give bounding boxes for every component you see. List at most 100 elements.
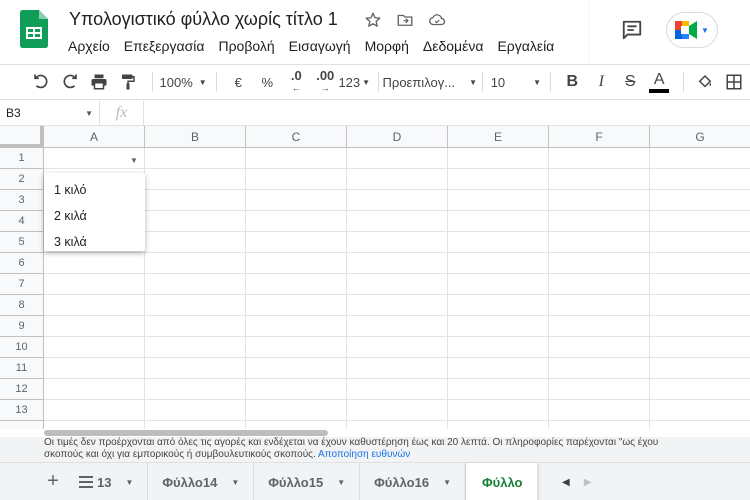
font-family-select[interactable]: Προεπιλογ... ▼	[383, 68, 477, 96]
sheet-tab-caret-icon[interactable]: ▼	[337, 478, 345, 487]
scrollbar-thumb[interactable]	[44, 430, 328, 436]
select-all-corner[interactable]	[0, 126, 44, 148]
disclaimer-line-2-text: σκοπούς και όχι για εμπορικούς ή συμβουλ…	[44, 449, 316, 460]
disclaimer-link[interactable]: Αποποίηση ευθυνών	[318, 449, 410, 460]
text-color-button[interactable]: A	[646, 68, 672, 96]
row-header-5[interactable]: 5	[0, 232, 44, 253]
toolbar-divider	[683, 72, 685, 92]
row-header-2[interactable]: 2	[0, 169, 44, 190]
fill-color-icon[interactable]	[692, 68, 718, 96]
meet-button[interactable]: ▼	[666, 12, 718, 48]
row-header-12[interactable]: 12	[0, 379, 44, 400]
row-header-10[interactable]: 10	[0, 337, 44, 358]
column-header-f[interactable]: F	[549, 126, 650, 148]
menu-file[interactable]: Αρχείο	[61, 36, 117, 56]
row-header-11[interactable]: 11	[0, 358, 44, 379]
zoom-caret-icon: ▼	[198, 77, 207, 87]
row-header-8[interactable]: 8	[0, 295, 44, 316]
column-header-g[interactable]: G	[650, 126, 750, 148]
dropdown-option[interactable]: 1 κιλό	[44, 177, 145, 203]
row-header-6[interactable]: 6	[0, 253, 44, 274]
italic-button[interactable]: I	[588, 68, 614, 96]
increase-decimals-button[interactable]: .00 →	[312, 68, 338, 96]
sheet-tab-caret-icon[interactable]: ▼	[231, 478, 239, 487]
column-header-c[interactable]: C	[246, 126, 347, 148]
sheet-tab-label: Φύλλο16	[374, 474, 430, 490]
name-box[interactable]: B3 ▼	[0, 101, 100, 125]
disclaimer-line-1: Οι τιμές δεν προέρχονται από όλες τις αγ…	[44, 437, 659, 448]
meet-caret-icon: ▼	[701, 25, 709, 35]
decrease-decimals-button[interactable]: .0 ←	[283, 68, 309, 96]
cell-a1-dropdown-caret-icon[interactable]: ▼	[130, 156, 138, 165]
title-actions	[362, 9, 448, 31]
dropdown-option[interactable]: 3 κιλά	[44, 229, 145, 255]
bold-button[interactable]: B	[559, 68, 585, 96]
document-title[interactable]: Υπολογιστικό φύλλο χωρίς τίτλο 1	[69, 9, 338, 30]
sheet-tab[interactable]: Φύλλο14 ▼	[148, 463, 255, 500]
all-sheets-list-icon[interactable]	[76, 472, 96, 492]
font-size-select[interactable]: 10 ▼	[490, 68, 542, 96]
formula-input[interactable]	[144, 101, 750, 125]
font-size-caret-icon: ▼	[533, 77, 542, 87]
data-validation-dropdown: 1 κιλό 2 κιλά 3 κιλά	[44, 173, 145, 251]
menu-insert[interactable]: Εισαγωγή	[282, 36, 358, 56]
add-sheet-icon[interactable]: +	[42, 471, 64, 493]
sheet-tab[interactable]: Φύλλο15 ▼	[254, 463, 361, 500]
undo-icon[interactable]	[28, 68, 54, 96]
column-header-a[interactable]: A	[44, 126, 145, 148]
row-header-13[interactable]: 13	[0, 400, 44, 421]
redo-icon[interactable]	[57, 68, 83, 96]
sheet-tab-label: Φύλλο	[482, 474, 523, 490]
row-header-4[interactable]: 4	[0, 211, 44, 232]
comments-icon[interactable]	[618, 16, 646, 44]
sheet-tabs: 13 ▼ Φύλλο14 ▼ Φύλλο15 ▼ Φύλλο16 ▼ Φύλλο	[97, 463, 538, 500]
sheet-tab-label: 13	[97, 474, 112, 490]
fx-icon: fx	[100, 101, 144, 125]
sheet-tab[interactable]: Φύλλο16 ▼	[360, 463, 467, 500]
toolbar-divider	[550, 72, 552, 92]
paint-format-icon[interactable]	[115, 68, 141, 96]
row-header-7[interactable]: 7	[0, 274, 44, 295]
toolbar-divider	[216, 72, 218, 92]
text-color-swatch	[649, 88, 670, 93]
row-header-1[interactable]: 1	[0, 148, 44, 169]
move-to-folder-icon[interactable]	[394, 9, 416, 31]
menu-edit[interactable]: Επεξεργασία	[117, 36, 212, 56]
currency-format-button[interactable]: €	[225, 68, 251, 96]
menu-format[interactable]: Μορφή	[358, 36, 416, 56]
menu-view[interactable]: Προβολή	[211, 36, 281, 56]
increase-decimals-label: .00	[316, 68, 335, 83]
column-header-b[interactable]: B	[145, 126, 246, 148]
column-header-d[interactable]: D	[347, 126, 448, 148]
star-icon[interactable]	[362, 9, 384, 31]
sheet-tab-scroll: ◀ ▶	[554, 463, 750, 500]
sheet-tab-label: Φύλλο14	[162, 474, 218, 490]
borders-icon[interactable]	[721, 68, 747, 96]
header: Υπολογιστικό φύλλο χωρίς τίτλο 1 Αρχείο …	[0, 0, 750, 64]
menu-data[interactable]: Δεδομένα	[416, 36, 491, 56]
zoom-select[interactable]: 100% ▼	[160, 68, 207, 96]
sheets-logo-icon[interactable]	[20, 10, 48, 48]
percent-format-button[interactable]: %	[254, 68, 280, 96]
number-format-select[interactable]: 123 ▼	[338, 68, 370, 96]
meet-icon	[675, 21, 698, 39]
horizontal-scrollbar[interactable]	[44, 429, 750, 437]
row-header-9[interactable]: 9	[0, 316, 44, 337]
row-header-14[interactable]	[0, 421, 44, 429]
column-header-e[interactable]: E	[448, 126, 549, 148]
print-icon[interactable]	[86, 68, 112, 96]
sheet-tab-bar: + 13 ▼ Φύλλο14 ▼ Φύλλο15 ▼ Φύλλο16 ▼ Φύλ…	[0, 462, 750, 500]
cell-area[interactable]	[44, 148, 750, 429]
strikethrough-button[interactable]: S	[617, 68, 643, 96]
dropdown-option[interactable]: 2 κιλά	[44, 203, 145, 229]
row-header-3[interactable]: 3	[0, 190, 44, 211]
scroll-right-icon[interactable]: ▶	[584, 477, 592, 488]
sheet-tab-active[interactable]: Φύλλο	[466, 463, 538, 500]
sheet-tab-caret-icon[interactable]: ▼	[125, 478, 133, 487]
menu-tools[interactable]: Εργαλεία	[490, 36, 561, 56]
sheets-window: Υπολογιστικό φύλλο χωρίς τίτλο 1 Αρχείο …	[0, 0, 750, 500]
scroll-left-icon[interactable]: ◀	[562, 477, 570, 488]
sheet-tab[interactable]: 13 ▼	[97, 463, 149, 500]
cloud-saved-icon[interactable]	[426, 9, 448, 31]
sheet-tab-caret-icon[interactable]: ▼	[443, 478, 451, 487]
